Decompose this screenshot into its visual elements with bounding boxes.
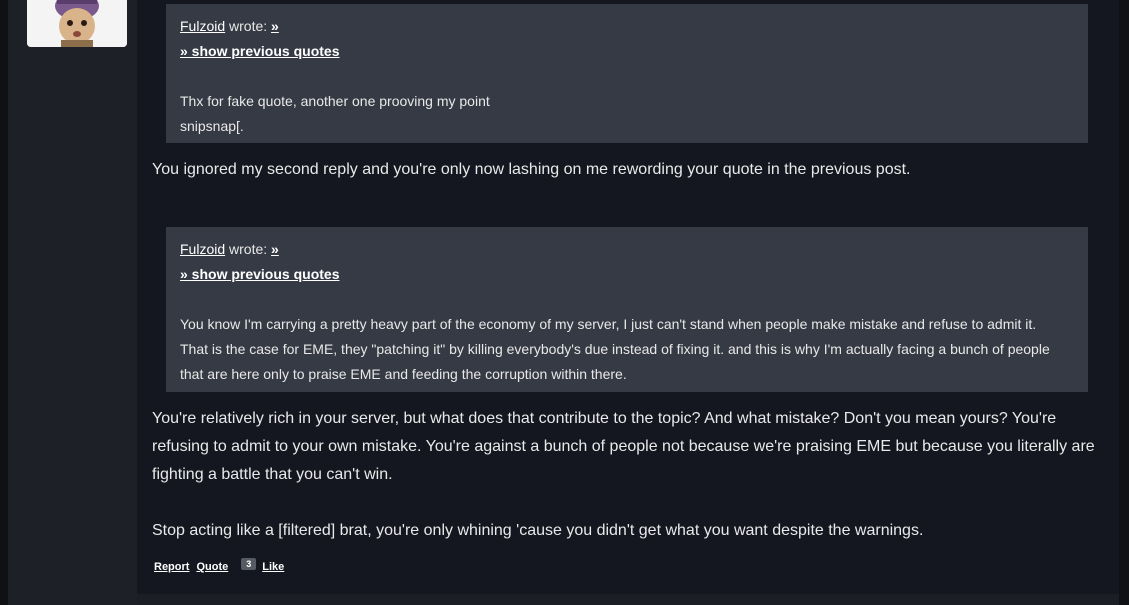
avatar-image bbox=[27, 0, 127, 47]
reply-text: You ignored my second reply and you're o… bbox=[152, 161, 911, 178]
user-avatar[interactable] bbox=[27, 0, 127, 47]
quote-line: That is the case for EME, they "patching… bbox=[180, 341, 1050, 357]
author-column bbox=[8, 0, 137, 605]
show-previous-quotes-link[interactable]: » show previous quotes bbox=[180, 262, 1074, 287]
quote-header: Fulzoid wrote: » bbox=[180, 14, 1074, 39]
quote-line: You know I'm carrying a pretty heavy par… bbox=[180, 316, 1037, 332]
report-link[interactable]: Report bbox=[154, 561, 189, 573]
reply-line: You're relatively rich in your server, b… bbox=[152, 410, 1057, 427]
forum-post: Fulzoid wrote: » » show previous quotes … bbox=[137, 0, 1119, 594]
page-edge-right bbox=[1119, 0, 1129, 605]
quote-author-link[interactable]: Fulzoid bbox=[180, 18, 225, 34]
reply-line: fighting a battle that you can't win. bbox=[152, 466, 393, 483]
quote-wrote-label: wrote: bbox=[229, 241, 268, 257]
quote-goto-link[interactable]: » bbox=[271, 18, 279, 34]
page-edge-left bbox=[0, 0, 8, 605]
like-link[interactable]: Like bbox=[262, 561, 284, 573]
quote-author-link[interactable]: Fulzoid bbox=[180, 241, 225, 257]
show-previous-quotes-link[interactable]: » show previous quotes bbox=[180, 39, 1074, 64]
quote-goto-link[interactable]: » bbox=[271, 241, 279, 257]
quote-wrote-label: wrote: bbox=[229, 18, 268, 34]
quote-body: You know I'm carrying a pretty heavy par… bbox=[180, 312, 1074, 387]
quote-line: snipsnap[. bbox=[180, 118, 244, 134]
reply-line: refusing to admit to your own mistake. Y… bbox=[152, 438, 1095, 455]
reply-text-block: You're relatively rich in your server, b… bbox=[152, 405, 1107, 489]
quote-header: Fulzoid wrote: » bbox=[180, 237, 1074, 262]
like-count-badge: 3 bbox=[241, 558, 257, 570]
quote-block-2: Fulzoid wrote: » » show previous quotes … bbox=[166, 227, 1088, 392]
quote-body: Thx for fake quote, another one prooving… bbox=[180, 89, 1074, 139]
quote-block-1: Fulzoid wrote: » » show previous quotes … bbox=[166, 4, 1088, 143]
post-actions: Report Quote 3 Like bbox=[154, 558, 291, 573]
quote-link[interactable]: Quote bbox=[196, 561, 228, 573]
reply-text: Stop acting like a [filtered] brat, you'… bbox=[152, 522, 924, 539]
quote-line: that are here only to praise EME and fee… bbox=[180, 366, 627, 382]
quote-line: Thx for fake quote, another one prooving… bbox=[180, 93, 490, 109]
